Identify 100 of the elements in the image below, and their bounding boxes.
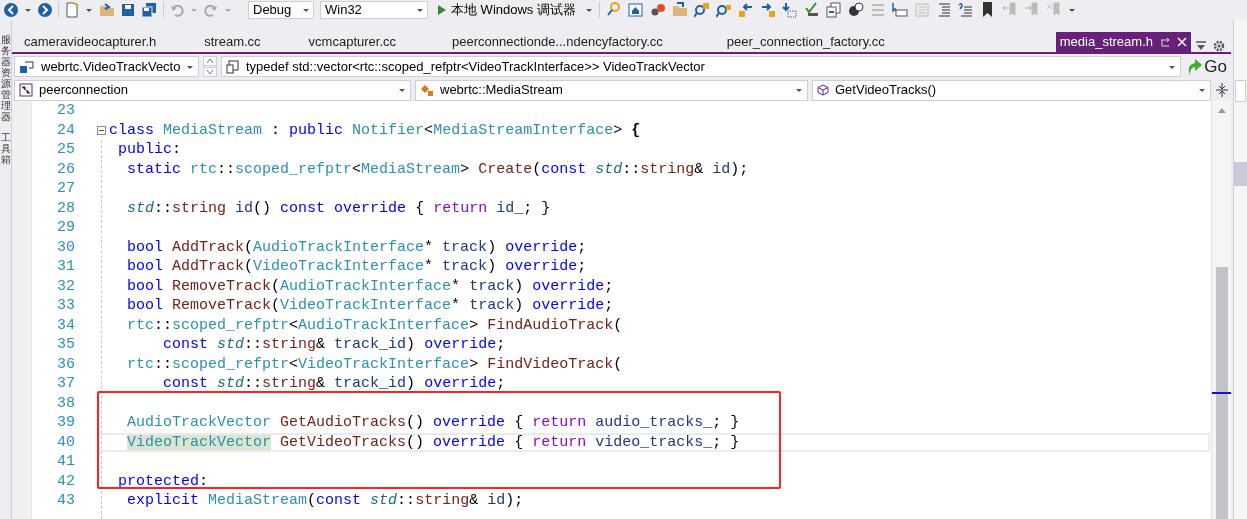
- vertical-scrollbar[interactable]: [1211, 101, 1231, 519]
- document-tab[interactable]: peerconnectionde...ndencyfactory.cc: [448, 32, 667, 52]
- find-icon[interactable]: [605, 2, 622, 18]
- document-tab[interactable]: vcmcapturer.cc: [304, 32, 400, 52]
- line-number: 24: [56, 120, 76, 140]
- folder-icon[interactable]: [99, 3, 115, 17]
- home-window-icon[interactable]: [627, 2, 644, 18]
- dropdown-caret-icon[interactable]: [584, 7, 593, 13]
- combo-value: Win32: [325, 1, 362, 20]
- line-number: 42: [56, 471, 76, 491]
- pin-icon[interactable]: [1159, 36, 1171, 48]
- code-line: public:: [117, 140, 182, 160]
- cursor-list-icon[interactable]: [891, 2, 908, 18]
- code-text: VideoTrackVector GetVideoTracks() override { return video_tracks_; }: [126, 432, 740, 452]
- project-icon: [19, 83, 33, 97]
- toggle-icon[interactable]: [847, 2, 864, 18]
- line-number: 43: [56, 491, 76, 511]
- dropdown-caret-icon[interactable]: [24, 7, 32, 13]
- code-line: std::string id() const override { return id_; }: [126, 198, 551, 218]
- spin-buttons-icon[interactable]: [203, 56, 217, 77]
- spell-check-icon[interactable]: [803, 2, 820, 18]
- typedef-icon: [226, 59, 240, 74]
- combo-value: webrtc::MediaStream: [440, 81, 564, 100]
- redo-icon: [204, 3, 218, 17]
- code-line: class MediaStream : public Notifier<MediaStreamInterface> {: [109, 120, 641, 140]
- line-number: 26: [56, 159, 76, 179]
- code-line: bool RemoveTrack(VideoTrackInterface* track) override;: [126, 296, 614, 316]
- arrow-left-icon[interactable]: [737, 2, 754, 18]
- run-button[interactable]: 本地 Windows 调试器: [434, 1, 579, 19]
- comment-lines-icon[interactable]: [957, 2, 974, 18]
- dropdown-caret-icon: [416, 7, 424, 13]
- combo-value: Debug: [253, 1, 292, 20]
- line-number: 35: [56, 335, 76, 355]
- code-line: bool RemoveTrack(AudioTrackInterface* track) override;: [126, 276, 614, 296]
- code-line: bool AddTrack(VideoTrackInterface* track) override;: [126, 257, 587, 277]
- code-line: explicit MediaStream(const std::string& id);: [126, 491, 524, 511]
- combo-value: peerconnection: [39, 81, 129, 100]
- line-number: 27: [56, 179, 76, 199]
- code-line: rtc::scoped_refptr<AudioTrackInterface> FindAudioTrack(: [126, 315, 623, 335]
- side-tab[interactable]: 服务器资源管理器: [0, 34, 11, 122]
- document-tab[interactable]: stream.cc: [200, 32, 265, 52]
- side-tab[interactable]: 工具箱: [0, 132, 11, 165]
- tab-list-icon[interactable]: [1195, 40, 1207, 52]
- close-icon[interactable]: [1177, 37, 1187, 47]
- code-line: protected:: [117, 471, 209, 491]
- code-line: const std::string& track_id) override;: [162, 335, 506, 355]
- class-icon: [19, 59, 35, 74]
- document-tab[interactable]: cameravideocapturer.h: [20, 32, 161, 52]
- code-line: const std::string& track_id) override;: [162, 374, 506, 394]
- dropdown-caret-icon: [1198, 87, 1206, 93]
- line-number: 29: [56, 218, 76, 238]
- platform-dropdown[interactable]: Win32: [320, 1, 428, 19]
- dropdown-caret-icon: [224, 7, 232, 13]
- member-dropdown[interactable]: GetVideoTracks(): [812, 79, 1211, 101]
- collapse-icon[interactable]: [97, 125, 106, 135]
- dropdown-caret-icon[interactable]: [85, 7, 93, 13]
- go-button[interactable]: Go: [1185, 56, 1229, 77]
- undo-icon: [170, 3, 184, 17]
- back-icon[interactable]: [4, 3, 18, 17]
- type-dropdown[interactable]: webrtc::MediaStream: [415, 79, 808, 101]
- line-number: 30: [56, 237, 76, 257]
- search-icon[interactable]: [693, 2, 710, 18]
- folder-icon[interactable]: [671, 2, 688, 18]
- dropdown-caret-icon: [302, 7, 310, 13]
- document-tab[interactable]: peer_connection_factory.cc: [722, 32, 889, 52]
- line-number: 23: [56, 101, 76, 121]
- line-number: 33: [56, 296, 76, 316]
- copy-icon[interactable]: [825, 2, 842, 18]
- definition-dropdown[interactable]: typedef std::vector<rtc::scoped_refptr<VideoTrackInterface>> VideoTrackVector: [221, 56, 1182, 77]
- code-line: bool AddTrack(AudioTrackInterface* track) override;: [126, 237, 587, 257]
- line-number: 36: [56, 354, 76, 374]
- line-number: 38: [56, 393, 76, 413]
- forward-icon[interactable]: [38, 3, 52, 17]
- method-icon: [817, 84, 829, 96]
- document-tab[interactable]: media_stream.h: [1055, 32, 1191, 52]
- line-number: 34: [56, 315, 76, 335]
- line-number: 28: [56, 198, 76, 218]
- step-into-icon[interactable]: [781, 2, 798, 18]
- new-file-icon[interactable]: [65, 2, 79, 18]
- line-number: 32: [56, 276, 76, 296]
- combo-value: webrtc.VideoTrackVecto: [41, 57, 180, 76]
- configuration-dropdown[interactable]: Debug: [248, 1, 314, 19]
- line-number: 39: [56, 413, 76, 433]
- combo-value: GetVideoTracks(): [835, 81, 938, 100]
- caret-position-marker: [1212, 392, 1231, 394]
- save-icon[interactable]: [121, 3, 135, 17]
- scrollbar-thumb[interactable]: [1216, 267, 1228, 519]
- scroll-up-icon[interactable]: [1216, 107, 1227, 113]
- settings-icon[interactable]: [1213, 40, 1225, 52]
- dropdown-caret-icon: [795, 87, 803, 93]
- scope-dropdown[interactable]: webrtc.VideoTrackVecto: [14, 56, 199, 77]
- code-line: AudioTrackVector GetAudioTracks() override { return audio_tracks_; }: [126, 413, 740, 433]
- line-number: 31: [56, 257, 76, 277]
- split-icon[interactable]: [1215, 82, 1229, 98]
- arrow-right-icon[interactable]: [759, 2, 776, 18]
- save-all-icon[interactable]: [141, 2, 157, 18]
- class-icon: [420, 83, 434, 97]
- dropdown-caret-icon[interactable]: [1067, 7, 1076, 13]
- project-dropdown[interactable]: peerconnection: [14, 79, 411, 101]
- search-icon[interactable]: [715, 2, 732, 18]
